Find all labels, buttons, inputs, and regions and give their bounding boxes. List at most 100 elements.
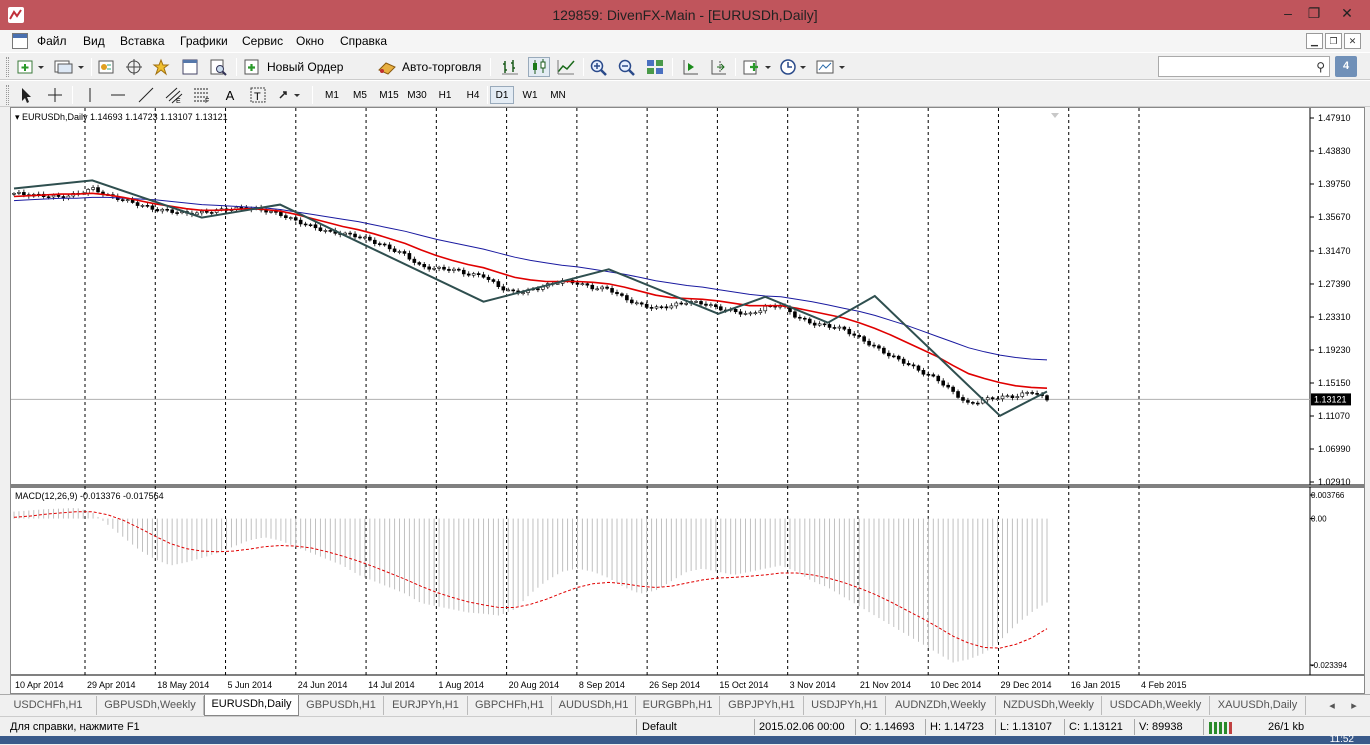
candle-body xyxy=(600,286,604,290)
terminal-button[interactable] xyxy=(180,57,200,77)
mdi-minimize-button[interactable]: ▁ xyxy=(1306,33,1323,49)
timeframe-mn[interactable]: MN xyxy=(545,86,571,104)
candle-body xyxy=(461,269,466,275)
timeframe-m15[interactable]: M15 xyxy=(376,86,402,104)
toolbar-grip[interactable] xyxy=(6,85,9,105)
candle-body xyxy=(793,311,797,318)
candle-body xyxy=(140,205,145,207)
tab-gbpusdh-weekly[interactable]: GBPUSDh,Weekly xyxy=(97,696,204,715)
candle-body xyxy=(382,243,387,246)
menu-charts[interactable]: Графики xyxy=(180,34,228,48)
close-button[interactable]: ✕ xyxy=(1327,4,1367,24)
menu-window[interactable]: Окно xyxy=(296,34,324,48)
candle-body xyxy=(748,312,753,315)
vertical-line-button[interactable] xyxy=(80,85,100,105)
market-watch-icon xyxy=(98,60,114,74)
document-icon[interactable] xyxy=(12,33,28,49)
restore-button[interactable]: ❐ xyxy=(1301,4,1327,24)
periods-button[interactable] xyxy=(779,57,809,77)
search-input[interactable] xyxy=(1159,57,1309,76)
chart-window[interactable]: 1.47910 1.43830 1.39750 1.35670 1.31470 1.273… xyxy=(10,107,1365,694)
templates-button[interactable] xyxy=(815,57,847,77)
tile-windows-button[interactable] xyxy=(645,57,665,77)
toolbar-grip[interactable] xyxy=(6,57,9,77)
timeframe-h4[interactable]: H4 xyxy=(461,86,485,104)
notifications-badge[interactable]: 4 xyxy=(1335,56,1357,77)
candle-body xyxy=(368,236,372,241)
new-chart-button[interactable] xyxy=(16,57,46,77)
crosshair-button[interactable] xyxy=(45,85,65,105)
magnifier-doc-icon xyxy=(210,59,227,76)
tab-audusdh-h1[interactable]: AUDUSDh,H1 xyxy=(552,696,636,715)
menu-insert[interactable]: Вставка xyxy=(120,34,165,48)
cursor-button[interactable] xyxy=(16,85,36,105)
timeframe-w1[interactable]: W1 xyxy=(518,86,542,104)
arrows-button[interactable] xyxy=(276,85,306,105)
navigator-button[interactable] xyxy=(151,57,171,77)
candle-body xyxy=(985,397,990,401)
equidistant-channel-button[interactable]: E xyxy=(164,85,184,105)
candle-body xyxy=(901,358,906,364)
timeframe-h1[interactable]: H1 xyxy=(433,86,457,104)
tab-eurgbph-h1[interactable]: EURGBPh,H1 xyxy=(636,696,720,715)
tab-scroll-left[interactable]: ◂ xyxy=(1322,696,1342,715)
text-label-button[interactable]: T xyxy=(248,85,268,105)
mdi-restore-button[interactable]: ❐ xyxy=(1325,33,1342,49)
horizontal-line-button[interactable] xyxy=(108,85,128,105)
candle-body xyxy=(155,209,160,212)
time-tick-label: 1 Aug 2014 xyxy=(438,680,484,690)
auto-trading-label: Авто-торговля xyxy=(402,60,482,74)
bar-chart-button[interactable] xyxy=(500,57,520,77)
profiles-button[interactable] xyxy=(52,57,86,77)
tab-gbpchfh-h1[interactable]: GBPCHFh,H1 xyxy=(468,696,552,715)
chart-shift-marker[interactable] xyxy=(1051,113,1059,118)
candle-body xyxy=(298,219,303,225)
candle-body xyxy=(714,304,718,308)
tab-usdcadh-weekly[interactable]: USDCADh,Weekly xyxy=(1102,696,1210,715)
timeframe-d1[interactable]: D1 xyxy=(490,86,514,104)
candle-body xyxy=(882,347,886,354)
tab-usdchfh-h1[interactable]: USDCHFh,H1 xyxy=(0,696,97,715)
tab-eurjpyh-h1[interactable]: EURJPYh,H1 xyxy=(384,696,468,715)
time-tick-label: 29 Apr 2014 xyxy=(87,680,136,690)
chart-canvas[interactable]: 1.47910 1.43830 1.39750 1.35670 1.31470 1.273… xyxy=(11,108,1364,693)
market-watch-button[interactable] xyxy=(96,57,116,77)
candle-body xyxy=(402,251,407,254)
minimize-button[interactable]: – xyxy=(1275,4,1301,24)
text-button[interactable]: A xyxy=(220,85,240,105)
menu-file[interactable]: Файл xyxy=(37,34,67,48)
timeframe-m30[interactable]: M30 xyxy=(404,86,430,104)
trendline-button[interactable] xyxy=(136,85,156,105)
mdi-close-button[interactable]: ✕ xyxy=(1344,33,1361,49)
line-chart-button[interactable] xyxy=(556,57,576,77)
tab-gbpjpyh-h1[interactable]: GBPJPYh,H1 xyxy=(720,696,804,715)
status-profile[interactable]: Default xyxy=(642,721,677,733)
indicators-button[interactable] xyxy=(742,57,774,77)
auto-scroll-button[interactable] xyxy=(680,57,700,77)
zoom-in-button[interactable] xyxy=(589,57,609,77)
tab-scroll-right[interactable]: ▸ xyxy=(1344,696,1364,715)
tab-xauusdh-daily[interactable]: XAUUSDh,Daily xyxy=(1210,696,1306,715)
menu-help[interactable]: Справка xyxy=(340,34,387,48)
tab-nzdusdh-weekly[interactable]: NZDUSDh,Weekly xyxy=(996,696,1102,715)
tab-eurusdh-daily[interactable]: EURUSDh,Daily xyxy=(204,695,299,716)
candle-body xyxy=(373,239,377,244)
tab-usdjpyh-h1[interactable]: USDJPYh,H1 xyxy=(804,696,886,715)
timeframe-m5[interactable]: M5 xyxy=(348,86,372,104)
strategy-tester-button[interactable] xyxy=(208,57,228,77)
timeframe-m1[interactable]: M1 xyxy=(320,86,344,104)
tab-gbpusdh-h1[interactable]: GBPUSDh,H1 xyxy=(299,696,384,715)
menu-view[interactable]: Вид xyxy=(83,34,105,48)
candle-body xyxy=(511,289,516,292)
menu-tools[interactable]: Сервис xyxy=(242,34,283,48)
data-window-button[interactable] xyxy=(124,57,144,77)
tab-audnzdh-weekly[interactable]: AUDNZDh,Weekly xyxy=(886,696,996,715)
chart-shift-button[interactable] xyxy=(708,57,728,77)
new-order-button[interactable]: Новый Ордер xyxy=(243,57,347,77)
auto-trading-button[interactable]: Авто-торговля xyxy=(376,57,484,77)
fibonacci-button[interactable]: F xyxy=(192,85,212,105)
search-icon[interactable]: ⚲ xyxy=(1316,60,1325,74)
candlestick-button[interactable] xyxy=(528,57,550,77)
candle-body xyxy=(407,253,412,260)
zoom-out-button[interactable] xyxy=(617,57,637,77)
